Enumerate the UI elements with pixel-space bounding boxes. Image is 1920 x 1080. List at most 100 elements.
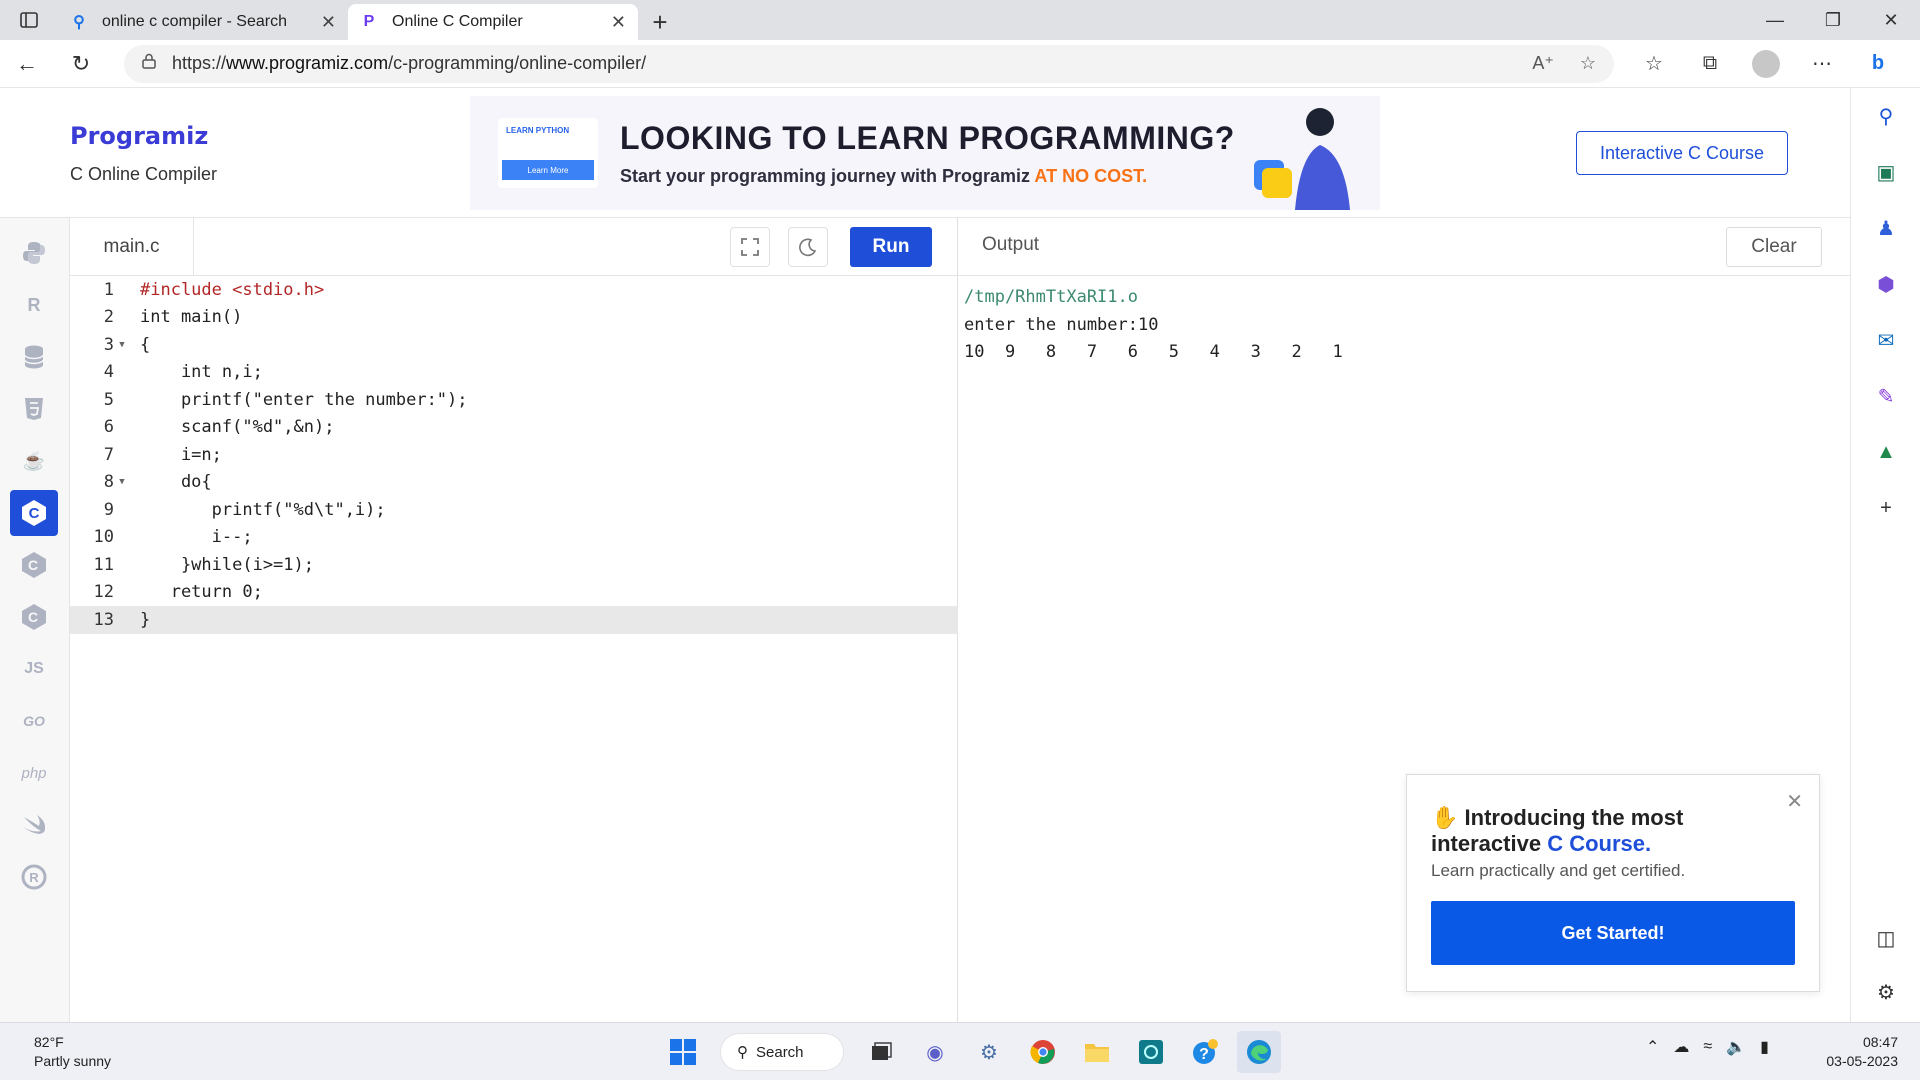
- svg-text:C: C: [28, 557, 38, 573]
- tools-icon[interactable]: ♟: [1851, 200, 1920, 256]
- search-icon[interactable]: ⚲: [1851, 88, 1920, 144]
- tab-title: Online C Compiler: [392, 13, 523, 30]
- split-screen-icon[interactable]: ◫: [1851, 910, 1920, 966]
- ad-banner[interactable]: LEARN PYTHON Learn More LOOKING TO LEARN…: [470, 96, 1380, 210]
- games-icon[interactable]: ⬢: [1851, 256, 1920, 312]
- code-line: 9 printf("%d\t",i);: [103, 499, 386, 520]
- add-icon[interactable]: +: [1851, 480, 1920, 536]
- sql-database-icon[interactable]: [10, 334, 58, 380]
- url-field[interactable]: https://www.programiz.com/c-programming/…: [124, 44, 1614, 83]
- dark-mode-button[interactable]: [788, 227, 828, 267]
- popup-title: ✋ Introducing the most interactive C Cou…: [1431, 805, 1684, 856]
- favorite-add-icon[interactable]: ☆: [1580, 53, 1596, 74]
- cpp-icon[interactable]: C: [10, 542, 58, 588]
- battery-icon[interactable]: ▮: [1760, 1037, 1769, 1057]
- app-icon[interactable]: [1129, 1031, 1173, 1073]
- file-explorer-icon[interactable]: [1075, 1031, 1119, 1073]
- settings-icon[interactable]: ⚙: [1851, 964, 1920, 1020]
- refresh-button[interactable]: ↻: [54, 42, 108, 86]
- tree-icon[interactable]: ▲: [1851, 424, 1920, 480]
- windows-start-icon[interactable]: [661, 1031, 705, 1073]
- code-line: 3 ▼{: [103, 334, 151, 355]
- chat-icon[interactable]: ◉: [913, 1031, 957, 1073]
- python-icon[interactable]: [10, 230, 58, 276]
- shopping-icon[interactable]: ▣: [1851, 144, 1920, 200]
- code-line: 6 scanf("%d",&n);: [103, 417, 335, 438]
- file-tab-main-c[interactable]: main.c: [70, 218, 194, 276]
- help-icon[interactable]: ?: [1183, 1031, 1227, 1073]
- site-header: Programiz C Online Compiler LEARN PYTHON…: [0, 88, 1850, 218]
- tab-title: online c compiler - Search: [102, 13, 287, 30]
- minimize-button[interactable]: —: [1746, 0, 1804, 40]
- rust-icon[interactable]: R: [10, 854, 58, 900]
- output-console[interactable]: /tmp/RhmTtXaRI1.o enter the number:10 10 9…: [964, 284, 1343, 367]
- close-icon[interactable]: ✕: [1786, 789, 1803, 814]
- back-button[interactable]: ←: [0, 42, 54, 86]
- tab-actions-button[interactable]: [0, 0, 58, 40]
- csharp-icon[interactable]: C: [10, 594, 58, 640]
- code-area[interactable]: 1 #include <stdio.h> 2 int main() 3 ▼{ 4 in…: [70, 276, 958, 634]
- search-icon: ⚲: [73, 14, 85, 31]
- browser-tabbar: ⚲ online c compiler - Search ✕ P Online …: [0, 0, 1920, 40]
- edge-sidebar: ⚲ ▣ ♟ ⬢ ✉ ✎ ▲ + ◫ ⚙: [1850, 88, 1920, 1022]
- url-text: https://www.programiz.com/c-programming/…: [172, 53, 647, 73]
- window-controls: — ❐ ✕: [1746, 0, 1920, 40]
- browser-tab-search[interactable]: ⚲ online c compiler - Search ✕: [58, 4, 348, 40]
- code-line: 1 #include <stdio.h>: [103, 279, 325, 300]
- more-options-icon[interactable]: ⋯: [1794, 51, 1850, 76]
- profile-button[interactable]: [1738, 49, 1794, 78]
- code-line: 12 return 0;: [93, 582, 263, 603]
- language-sidebar: R ☕ C C C JS GO php R: [0, 218, 70, 1022]
- volume-muted-icon[interactable]: 🔈: [1726, 1037, 1746, 1057]
- outlook-icon[interactable]: ✉: [1851, 312, 1920, 368]
- clear-button[interactable]: Clear: [1726, 227, 1822, 267]
- windows-taskbar: 82°F Partly sunny ⚲ Search ◉ ⚙ ? ⌃ ☁ ≈ 🔈…: [0, 1022, 1920, 1080]
- clock[interactable]: 08:47 03-05-2023: [1826, 1033, 1898, 1071]
- chevron-up-icon[interactable]: ⌃: [1646, 1037, 1659, 1057]
- wifi-icon[interactable]: ≈: [1703, 1038, 1712, 1056]
- fold-arrow-icon: ▼: [119, 339, 125, 350]
- c-language-icon[interactable]: C: [10, 490, 58, 536]
- interactive-course-button[interactable]: Interactive C Course: [1576, 131, 1788, 175]
- close-tab-icon[interactable]: ✕: [321, 12, 336, 33]
- code-line-current: 13}: [70, 606, 958, 634]
- programiz-logo[interactable]: Programiz: [70, 122, 208, 150]
- swift-icon[interactable]: [10, 802, 58, 848]
- toolbar-actions: ☆ ⧉ ⋯ b: [1626, 49, 1906, 78]
- get-started-button[interactable]: Get Started!: [1431, 901, 1795, 965]
- code-line: 10 i--;: [93, 527, 253, 548]
- chrome-icon[interactable]: [1021, 1031, 1065, 1073]
- collections-icon[interactable]: ⧉: [1682, 52, 1738, 75]
- banner-illustration-icon: [1254, 108, 1350, 210]
- run-button[interactable]: Run: [850, 227, 932, 267]
- r-language-icon[interactable]: R: [10, 282, 58, 328]
- weather-widget[interactable]: 82°F Partly sunny: [34, 1033, 111, 1071]
- output-header: Output Clear: [958, 218, 1850, 276]
- settings-icon[interactable]: ⚙: [967, 1031, 1011, 1073]
- taskbar-search[interactable]: ⚲ Search: [720, 1033, 844, 1071]
- restore-button[interactable]: ❐: [1804, 0, 1862, 40]
- designer-icon[interactable]: ✎: [1851, 368, 1920, 424]
- svg-text:?: ?: [1199, 1046, 1209, 1063]
- html5-icon[interactable]: [10, 386, 58, 432]
- favorites-icon[interactable]: ☆: [1626, 51, 1682, 76]
- close-tab-icon[interactable]: ✕: [611, 12, 626, 33]
- code-line: 4 int n,i;: [103, 362, 263, 383]
- bing-chat-icon[interactable]: b: [1850, 52, 1906, 75]
- java-icon[interactable]: ☕: [10, 438, 58, 484]
- time: 08:47: [1862, 1034, 1898, 1050]
- php-icon[interactable]: php: [10, 750, 58, 796]
- browser-tab-compiler[interactable]: P Online C Compiler ✕: [348, 4, 638, 40]
- task-view-icon[interactable]: [859, 1031, 903, 1073]
- address-bar-row: ← ↻ https://www.programiz.com/c-programm…: [0, 40, 1920, 88]
- go-icon[interactable]: GO: [10, 698, 58, 744]
- javascript-icon[interactable]: JS: [10, 646, 58, 692]
- read-aloud-icon[interactable]: A⁺: [1532, 53, 1554, 74]
- close-window-button[interactable]: ✕: [1862, 0, 1920, 40]
- fullscreen-button[interactable]: [730, 227, 770, 267]
- new-tab-button[interactable]: +: [638, 4, 682, 40]
- onedrive-icon[interactable]: ☁: [1673, 1037, 1689, 1057]
- edge-icon[interactable]: [1237, 1031, 1281, 1073]
- waving-hand-icon: ✋: [1431, 805, 1459, 830]
- code-editor-pane: main.c Run 1 #include <stdio.h> 2 int main…: [70, 218, 958, 1022]
